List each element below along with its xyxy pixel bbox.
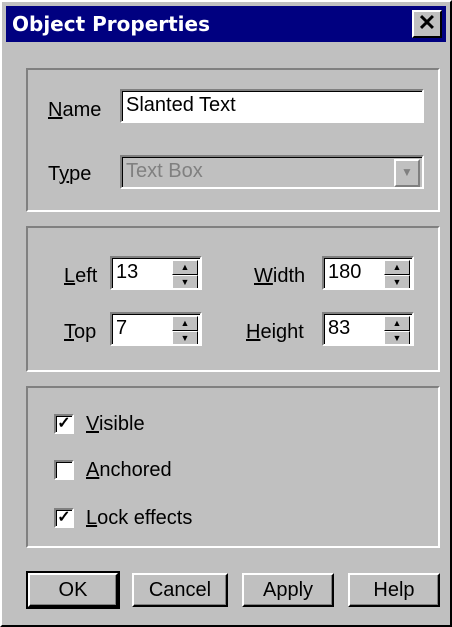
left-stepper[interactable]: 13 ▲ ▼ — [110, 256, 202, 290]
apply-button[interactable]: Apply — [242, 573, 334, 607]
height-label: Height — [246, 321, 304, 343]
width-spinner: ▲ ▼ — [384, 260, 410, 288]
help-button[interactable]: Help — [348, 573, 440, 607]
anchored-label[interactable]: Anchored — [86, 458, 172, 482]
check-icon: ✓ — [57, 509, 71, 526]
geometry-group — [26, 226, 440, 372]
left-label: Left — [64, 265, 98, 287]
left-spinner: ▲ ▼ — [172, 260, 198, 288]
arrow-up-icon[interactable]: ▲ — [384, 260, 410, 275]
name-field-value: Slanted Text — [126, 94, 236, 116]
object-properties-dialog: Object Properties ✕ Name Slanted Text Ty… — [0, 0, 452, 627]
anchored-checkbox[interactable] — [54, 460, 74, 480]
arrow-up-icon[interactable]: ▲ — [172, 260, 198, 275]
close-button[interactable]: ✕ — [412, 10, 442, 38]
type-label: Type — [48, 163, 92, 185]
lock-effects-checkbox[interactable]: ✓ — [54, 508, 74, 528]
left-value: 13 — [116, 261, 139, 283]
width-value: 180 — [328, 261, 362, 283]
arrow-up-icon[interactable]: ▲ — [172, 316, 198, 331]
visible-label[interactable]: Visible — [86, 412, 145, 436]
arrow-up-icon[interactable]: ▲ — [384, 316, 410, 331]
lock-effects-label[interactable]: Lock effects — [86, 506, 192, 530]
top-spinner: ▲ ▼ — [172, 316, 198, 344]
window-title: Object Properties — [12, 12, 211, 36]
height-spinner: ▲ ▼ — [384, 316, 410, 344]
close-icon: ✕ — [417, 10, 437, 35]
width-label: Width — [254, 265, 306, 287]
cancel-button[interactable]: Cancel — [132, 573, 228, 607]
type-combobox: Text Box ▼ — [120, 155, 424, 189]
arrow-down-icon[interactable]: ▼ — [384, 275, 410, 288]
height-value: 83 — [328, 317, 351, 339]
arrow-down-icon[interactable]: ▼ — [172, 275, 198, 288]
title-bar[interactable]: Object Properties ✕ — [6, 6, 446, 42]
arrow-down-icon[interactable]: ▼ — [384, 331, 410, 344]
top-label: Top — [64, 321, 97, 343]
name-field[interactable]: Slanted Text — [120, 89, 424, 123]
arrow-down-icon[interactable]: ▼ — [172, 331, 198, 344]
top-value: 7 — [116, 317, 128, 339]
top-stepper[interactable]: 7 ▲ ▼ — [110, 312, 202, 346]
height-stepper[interactable]: 83 ▲ ▼ — [322, 312, 414, 346]
visible-checkbox[interactable]: ✓ — [54, 414, 74, 434]
ok-button[interactable]: OK — [26, 571, 120, 609]
name-label: Name — [48, 99, 102, 121]
chevron-down-icon: ▼ — [394, 159, 420, 187]
width-stepper[interactable]: 180 ▲ ▼ — [322, 256, 414, 290]
check-icon: ✓ — [57, 415, 71, 432]
type-combobox-value: Text Box — [126, 160, 203, 182]
